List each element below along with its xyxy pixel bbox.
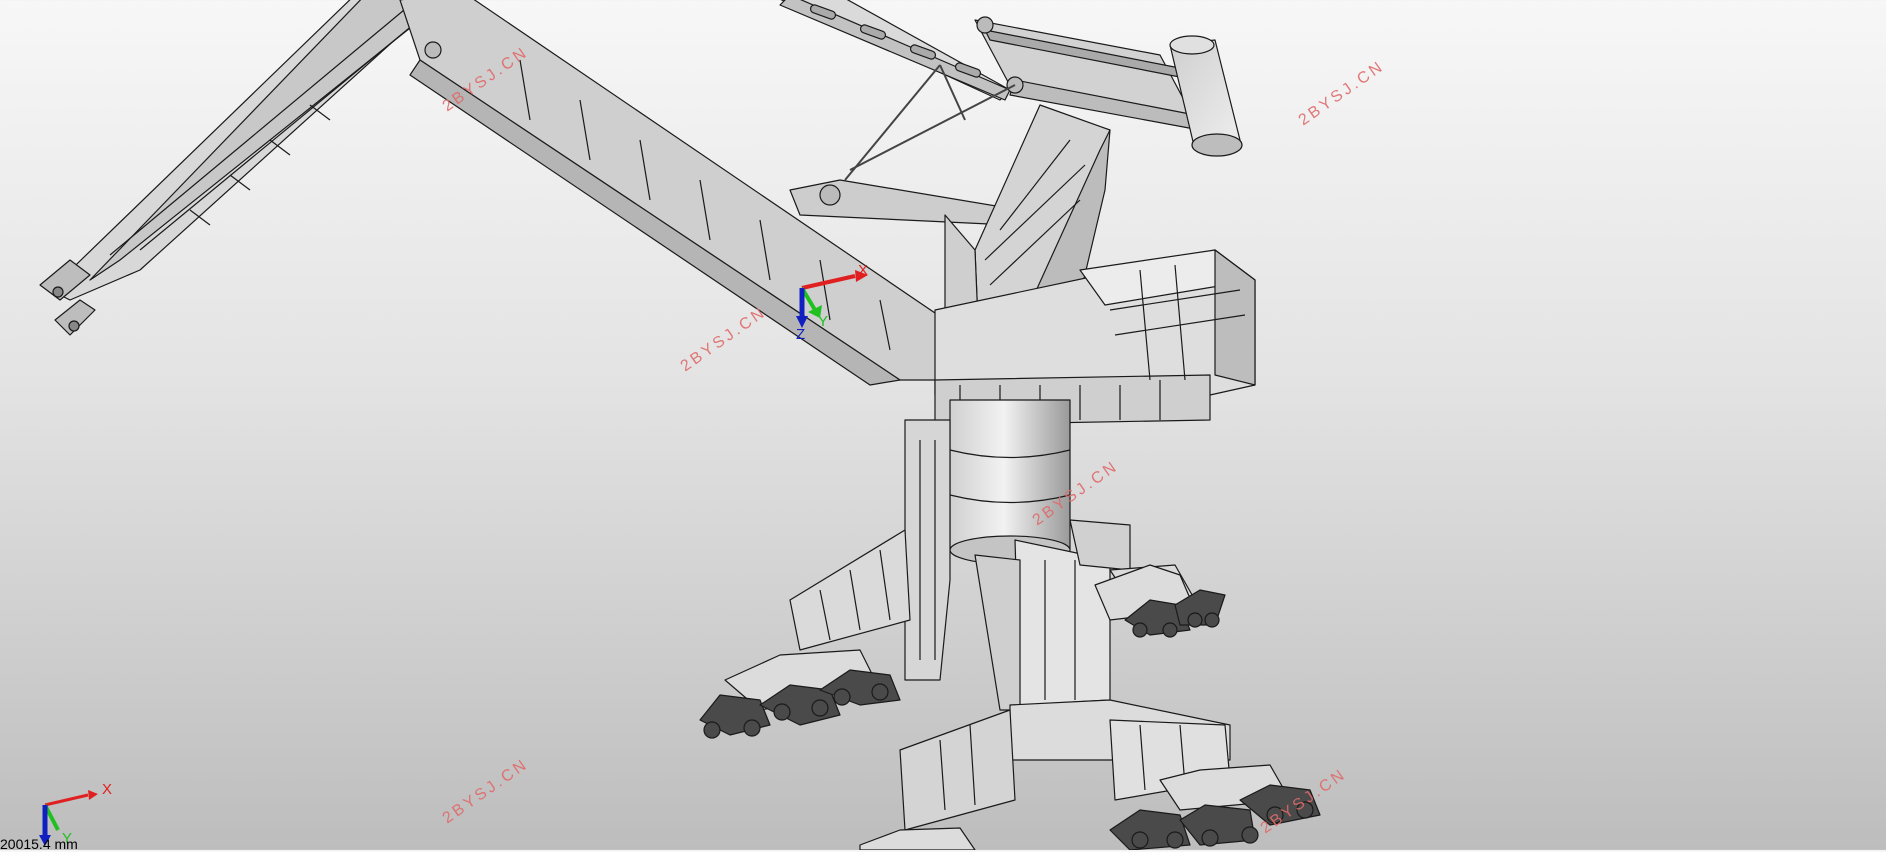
outer-jib (39, 0, 440, 336)
bogie-front-left (859, 827, 976, 850)
crane-model[interactable] (0, 0, 1886, 850)
bogie-left (699, 649, 901, 739)
corner-x-label: X (102, 781, 113, 798)
lever-arm (779, 0, 1201, 131)
3d-viewport[interactable]: X Y Z X Y Z 2BYSJ.CN 2BYSJ.CN 2BYSJ.CN 2… (0, 0, 1886, 852)
slewing-cylinder (949, 399, 1071, 565)
center-x-label: X (858, 262, 869, 279)
center-y-label: Y (818, 313, 829, 330)
center-z-label: Z (796, 326, 806, 343)
boom-strut (789, 179, 1021, 226)
